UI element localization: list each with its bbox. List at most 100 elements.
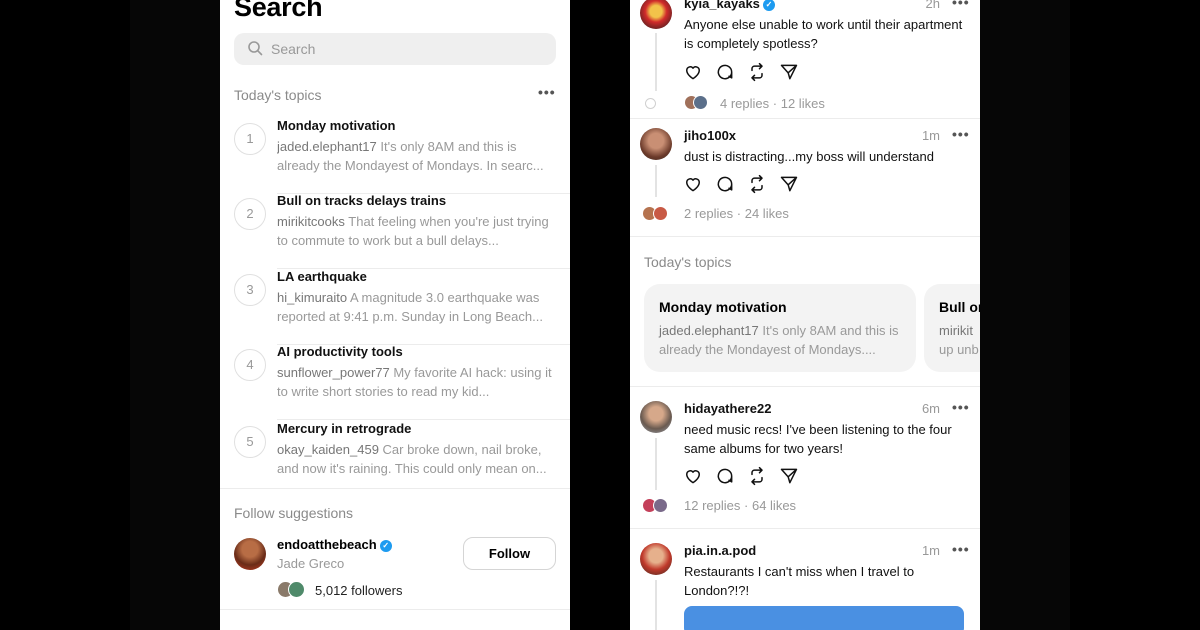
more-icon[interactable]: ••• <box>952 399 970 415</box>
separator: · <box>744 498 749 513</box>
todays-topics-label: Today's topics <box>644 254 732 270</box>
follower-count: 5,012 followers <box>315 583 403 598</box>
thread-line <box>655 165 657 197</box>
more-icon[interactable]: ••• <box>538 84 556 100</box>
topic-snippet: okay_kaiden_459 Car broke down, nail bro… <box>277 440 562 478</box>
post-image[interactable] <box>684 606 964 630</box>
post-time: 6m <box>921 401 940 416</box>
avatar <box>288 581 305 598</box>
topic-card[interactable]: Monday motivation jaded.elephant17 It's … <box>644 284 916 372</box>
post-username[interactable]: kyia_kayaks ✓ <box>684 0 775 11</box>
topic-title: AI productivity tools <box>277 344 403 359</box>
topic-rank: 4 <box>234 349 266 381</box>
post-time: 1m <box>921 543 940 558</box>
post-time: 2h <box>925 0 940 11</box>
post-divider <box>630 118 980 119</box>
send-icon[interactable] <box>779 174 799 194</box>
section-divider <box>220 488 570 489</box>
topic-rank: 5 <box>234 426 266 458</box>
topic-row[interactable]: 3 LA earthquake hi_kimuraito A magnitude… <box>220 269 570 345</box>
avatar[interactable] <box>640 0 672 29</box>
suggestion-username[interactable]: endoatthebeach ✓ <box>277 537 392 552</box>
repost-icon[interactable] <box>747 174 767 194</box>
post-meta[interactable]: 12 replies · 64 likes <box>684 498 796 513</box>
post-username[interactable]: hidayathere22 <box>684 401 771 416</box>
more-icon[interactable]: ••• <box>952 541 970 557</box>
comment-icon[interactable] <box>715 466 735 486</box>
separator: · <box>736 206 742 221</box>
topic-title: Monday motivation <box>277 118 396 133</box>
topic-row[interactable]: 2 Bull on tracks delays trains mirikitco… <box>220 193 570 269</box>
topic-rank: 3 <box>234 274 266 306</box>
post-text: dust is distracting...my boss will under… <box>684 149 934 164</box>
reply-avatars <box>642 206 672 222</box>
avatar <box>653 206 668 221</box>
more-icon[interactable]: ••• <box>952 0 970 10</box>
search-placeholder: Search <box>271 41 316 57</box>
repost-icon[interactable] <box>747 62 767 82</box>
heart-icon[interactable] <box>683 174 703 194</box>
post-meta[interactable]: 2 replies · 24 likes <box>684 206 789 221</box>
reply-avatars <box>642 498 672 514</box>
post-text: need music recs! I've been listening to … <box>684 422 952 456</box>
reply-avatars <box>684 95 714 111</box>
topic-user: mirikitcooks <box>277 214 345 229</box>
send-icon[interactable] <box>779 466 799 486</box>
topic-title: LA earthquake <box>277 269 367 284</box>
topic-snippet: sunflower_power77 My favorite AI hack: u… <box>277 363 562 401</box>
thread-end-dot <box>645 98 656 109</box>
follow-button[interactable]: Follow <box>463 537 556 570</box>
background-band-right <box>980 0 1070 630</box>
post-text: Anyone else unable to work until their a… <box>684 17 963 51</box>
topic-snippet: hi_kimuraito A magnitude 3.0 earthquake … <box>277 288 562 326</box>
avatar[interactable] <box>640 128 672 160</box>
divider <box>277 419 570 420</box>
thread-line <box>655 438 657 490</box>
verified-icon: ✓ <box>762 0 775 11</box>
post-actions <box>683 174 803 194</box>
post-actions <box>683 466 803 486</box>
topic-card[interactable]: Bull on mirikit up unb <box>924 284 980 372</box>
likes-count: 64 likes <box>751 498 797 513</box>
topic-snippet: mirikit up unb <box>939 321 980 359</box>
post-actions <box>683 62 803 82</box>
section-divider <box>630 386 980 387</box>
post-username[interactable]: pia.in.a.pod <box>684 543 756 558</box>
heart-icon[interactable] <box>683 466 703 486</box>
comment-icon[interactable] <box>715 62 735 82</box>
topic-row[interactable]: 4 AI productivity tools sunflower_power7… <box>220 344 570 420</box>
post-divider <box>630 236 980 237</box>
avatar[interactable] <box>234 538 266 570</box>
avatar[interactable] <box>640 543 672 575</box>
more-icon[interactable]: ••• <box>952 126 970 142</box>
post-meta[interactable]: 4 replies · 12 likes <box>720 96 825 111</box>
suggestion-name: Jade Greco <box>277 556 345 571</box>
topic-title: Monday motivation <box>659 299 787 315</box>
topic-rank: 2 <box>234 198 266 230</box>
username-text: endoatthebeach <box>277 537 377 552</box>
section-divider <box>220 609 570 610</box>
repost-icon[interactable] <box>747 466 767 486</box>
replies-count: 4 replies <box>720 96 770 111</box>
topic-title: Bull on tracks delays trains <box>277 193 447 208</box>
topic-row[interactable]: 5 Mercury in retrograde okay_kaiden_459 … <box>220 421 570 497</box>
thread-line <box>655 33 657 91</box>
comment-icon[interactable] <box>715 174 735 194</box>
topic-user: okay_kaiden_459 <box>277 442 379 457</box>
send-icon[interactable] <box>779 62 799 82</box>
topic-user: jaded.elephant17 <box>659 323 759 338</box>
heart-icon[interactable] <box>683 62 703 82</box>
topic-user: sunflower_power77 <box>277 365 390 380</box>
search-icon <box>247 40 263 61</box>
topic-user: hi_kimuraito <box>277 290 348 305</box>
post-text: Restaurants I can't miss when I travel t… <box>684 564 915 598</box>
avatar <box>693 95 708 110</box>
topic-title: Mercury in retrograde <box>277 421 412 436</box>
post-username[interactable]: jiho100x <box>684 128 736 143</box>
topic-rank: 1 <box>234 123 266 155</box>
topic-user: mirikit <box>939 323 973 338</box>
avatar[interactable] <box>640 401 672 433</box>
topic-text: up unb <box>939 342 979 357</box>
search-input[interactable]: Search <box>234 33 556 65</box>
topic-row[interactable]: 1 Monday motivation jaded.elephant17 It'… <box>220 118 570 194</box>
